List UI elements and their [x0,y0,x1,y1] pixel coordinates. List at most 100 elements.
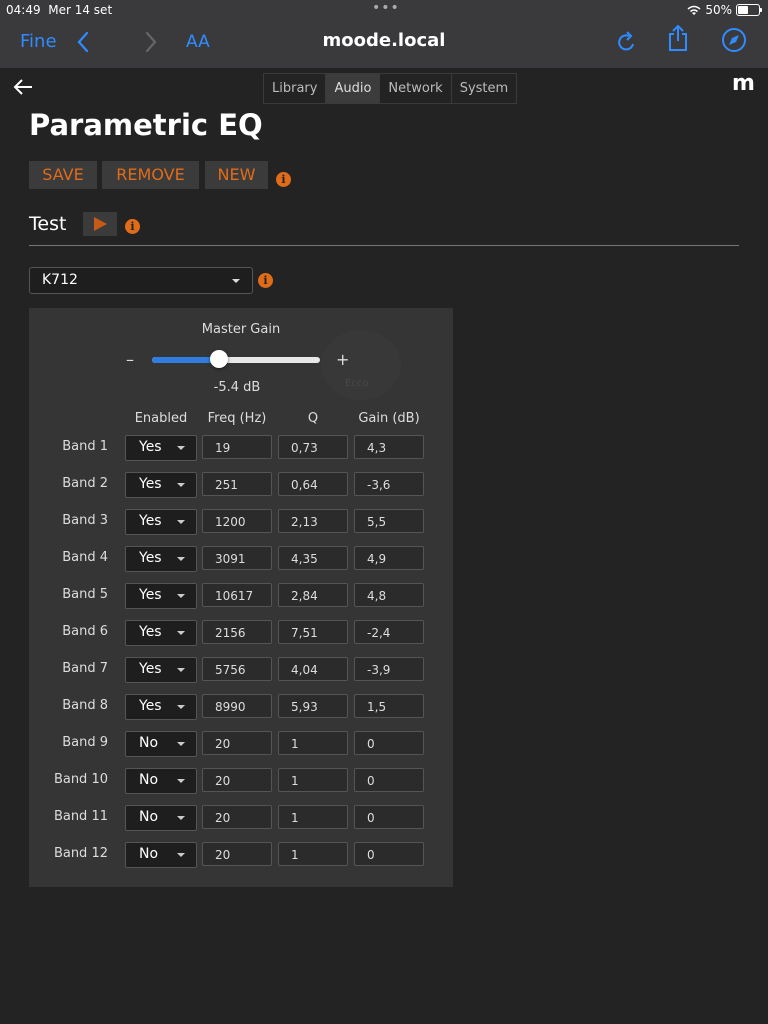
q-input[interactable]: 1 [278,768,348,792]
gain-input[interactable]: 4,3 [354,435,424,459]
gain-input[interactable]: 1,5 [354,694,424,718]
page-title: Parametric EQ [29,108,263,142]
chevron-down-icon [177,557,185,561]
band-row: Band 11 No 20 1 0 [29,805,453,831]
band-label: Band 9 [62,735,108,750]
enabled-select[interactable]: Yes [125,657,197,683]
enabled-select[interactable]: No [125,842,197,868]
tab-system[interactable]: System [451,74,517,103]
q-input[interactable]: 7,51 [278,620,348,644]
gain-input[interactable]: -3,6 [354,472,424,496]
q-input[interactable]: 4,35 [278,546,348,570]
band-row: Band 7 Yes 5756 4,04 -3,9 [29,657,453,683]
freq-input[interactable]: 1200 [202,509,272,533]
band-label: Band 2 [62,476,108,491]
freq-input[interactable]: 20 [202,842,272,866]
enabled-value: No [139,772,159,788]
q-input[interactable]: 4,04 [278,657,348,681]
q-input[interactable]: 2,13 [278,509,348,533]
q-input[interactable]: 5,93 [278,694,348,718]
enabled-select[interactable]: No [125,805,197,831]
chevron-down-icon [177,594,185,598]
band-label: Band 4 [62,550,108,565]
chevron-down-icon [177,668,185,672]
tab-library[interactable]: Library [264,74,327,103]
compass-icon[interactable] [721,27,747,53]
enabled-select[interactable]: Yes [125,546,197,572]
battery-fill [738,6,748,14]
multitask-dots-icon[interactable]: ••• [372,0,400,16]
q-input[interactable]: 1 [278,731,348,755]
gain-input[interactable]: 0 [354,768,424,792]
q-input[interactable]: 0,64 [278,472,348,496]
time-text: 04:49 [6,3,41,17]
test-label: Test [29,213,67,235]
freq-input[interactable]: 8990 [202,694,272,718]
enabled-select[interactable]: Yes [125,694,197,720]
enabled-select[interactable]: No [125,768,197,794]
enabled-select[interactable]: Yes [125,620,197,646]
enabled-value: Yes [139,624,162,640]
gain-input[interactable]: 4,9 [354,546,424,570]
q-input[interactable]: 1 [278,805,348,829]
enabled-select[interactable]: Yes [125,509,197,535]
freq-input[interactable]: 20 [202,731,272,755]
chevron-down-icon [177,853,185,857]
gain-input[interactable]: 0 [354,731,424,755]
gain-minus[interactable]: – [126,350,134,369]
slider-thumb[interactable] [210,350,229,368]
freq-input[interactable]: 19 [202,435,272,459]
freq-input[interactable]: 2156 [202,620,272,644]
band-label: Band 6 [62,624,108,639]
gain-input[interactable]: -2,4 [354,620,424,644]
enabled-value: Yes [139,550,162,566]
q-input[interactable]: 1 [278,842,348,866]
q-input[interactable]: 0,73 [278,435,348,459]
preset-info-icon[interactable]: i [258,273,273,288]
test-info-icon[interactable]: i [125,219,140,234]
q-input[interactable]: 2,84 [278,583,348,607]
chevron-down-icon [177,483,185,487]
col-q: Q [307,411,319,426]
url-bar[interactable]: moode.local [0,30,768,51]
freq-input[interactable]: 5756 [202,657,272,681]
status-time: 04:49 Mer 14 set [6,3,112,17]
info-icon[interactable]: i [276,172,291,187]
enabled-select[interactable]: No [125,731,197,757]
freq-input[interactable]: 20 [202,805,272,829]
band-row: Band 1 Yes 19 0,73 4,3 [29,435,453,461]
gain-input[interactable]: 5,5 [354,509,424,533]
play-button[interactable] [83,212,117,236]
chevron-down-icon [177,520,185,524]
preset-select[interactable]: K712 [29,267,253,294]
new-button[interactable]: NEW [205,161,268,189]
gain-input[interactable]: 0 [354,805,424,829]
gain-input[interactable]: 4,8 [354,583,424,607]
tab-audio[interactable]: Audio [326,74,381,103]
app-logo[interactable]: m [732,71,755,96]
save-button[interactable]: SAVE [29,161,97,189]
band-row: Band 6 Yes 2156 7,51 -2,4 [29,620,453,646]
enabled-value: No [139,846,159,862]
freq-input[interactable]: 251 [202,472,272,496]
gain-plus[interactable]: + [336,350,349,369]
gain-input[interactable]: 0 [354,842,424,866]
enabled-select[interactable]: Yes [125,583,197,609]
gain-input[interactable]: -3,9 [354,657,424,681]
remove-button[interactable]: REMOVE [102,161,199,189]
band-row: Band 5 Yes 10617 2,84 4,8 [29,583,453,609]
chevron-down-icon [177,742,185,746]
freq-input[interactable]: 3091 [202,546,272,570]
tab-network[interactable]: Network [380,74,452,103]
enabled-value: Yes [139,587,162,603]
divider [29,245,739,246]
master-gain-slider[interactable] [152,357,320,363]
freq-input[interactable]: 20 [202,768,272,792]
back-arrow-icon[interactable] [12,76,34,98]
freq-input[interactable]: 10617 [202,583,272,607]
reload-icon[interactable] [616,30,638,54]
band-row: Band 12 No 20 1 0 [29,842,453,868]
share-icon[interactable] [666,24,690,52]
enabled-select[interactable]: Yes [125,435,197,461]
enabled-select[interactable]: Yes [125,472,197,498]
